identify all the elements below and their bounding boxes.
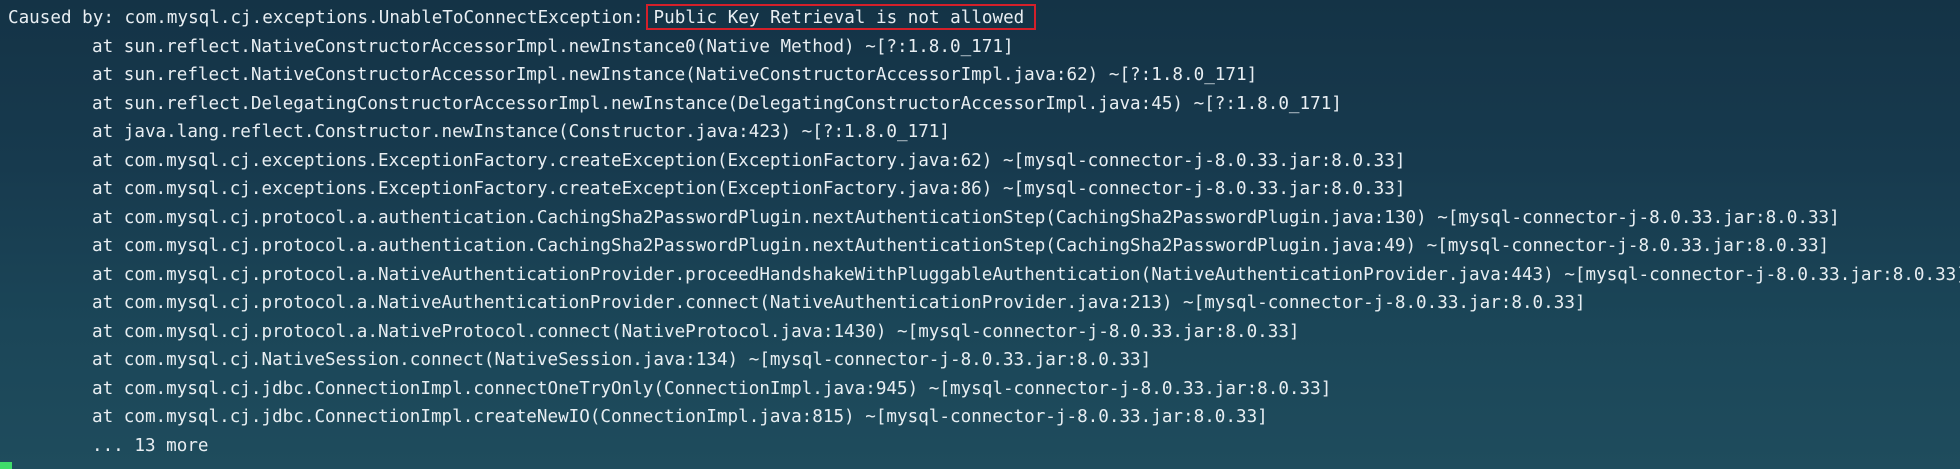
caused-by-prefix: Caused by: com.mysql.cj.exceptions.Unabl… <box>8 8 644 28</box>
stack-frame: at com.mysql.cj.protocol.a.NativeProtoco… <box>92 321 1300 342</box>
stack-frame: at sun.reflect.NativeConstructorAccessor… <box>92 36 1014 57</box>
caused-by-line: Caused by: com.mysql.cj.exceptions.Unabl… <box>8 4 1960 33</box>
stack-frame: at com.mysql.cj.protocol.a.authenticatio… <box>92 207 1840 228</box>
stack-frame: at java.lang.reflect.Constructor.newInst… <box>92 122 950 142</box>
terminal-output[interactable]: Caused by: com.mysql.cj.exceptions.Unabl… <box>0 0 1960 469</box>
stack-frame: at sun.reflect.NativeConstructorAccessor… <box>92 65 1258 85</box>
terminal-cursor <box>0 462 12 469</box>
stack-frame: at com.mysql.cj.protocol.a.NativeAuthent… <box>92 293 1586 313</box>
stack-frame: at sun.reflect.DelegatingConstructorAcce… <box>92 93 1342 114</box>
stack-frame: at com.mysql.cj.protocol.a.authenticatio… <box>92 236 1830 256</box>
stack-frame: at com.mysql.cj.NativeSession.connect(Na… <box>92 350 1152 370</box>
stack-frame: at com.mysql.cj.jdbc.ConnectionImpl.crea… <box>92 407 1268 427</box>
stack-frame: at com.mysql.cj.protocol.a.NativeAuthent… <box>92 264 1960 285</box>
stack-frame: at com.mysql.cj.exceptions.ExceptionFact… <box>92 150 1406 171</box>
stack-frame: at com.mysql.cj.jdbc.ConnectionImpl.conn… <box>92 378 1332 399</box>
error-message-highlight: Public Key Retrieval is not allowed <box>645 4 1037 30</box>
stack-frame: at com.mysql.cj.exceptions.ExceptionFact… <box>92 179 1406 199</box>
more-frames-line: ... 13 more <box>92 435 209 456</box>
